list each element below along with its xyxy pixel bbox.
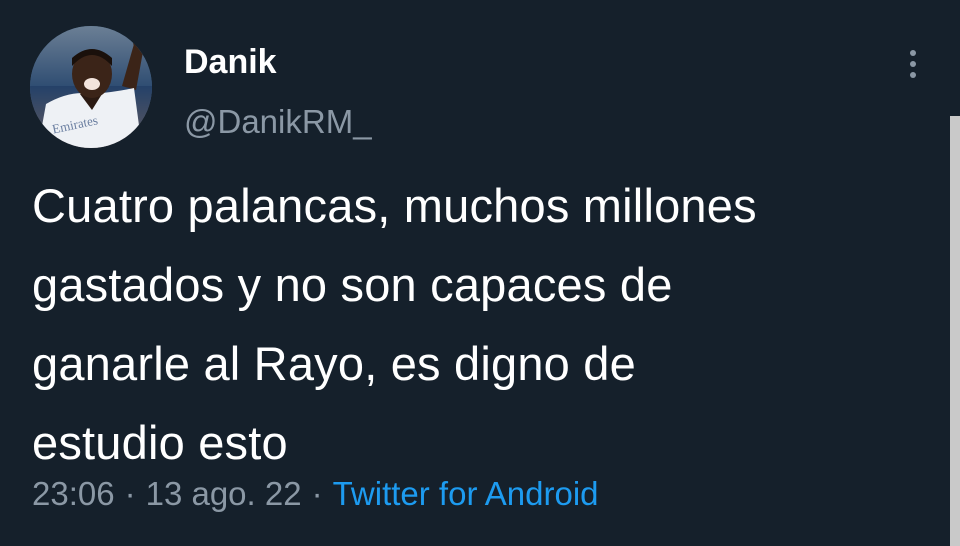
tweet-metadata: 23:06 · 13 ago. 22 · Twitter for Android <box>32 472 599 516</box>
tweet-time[interactable]: 23:06 <box>32 475 115 512</box>
dot <box>910 72 916 78</box>
tweet-card: Emirates Danik @DanikRM_ Cuatro palancas… <box>0 0 960 546</box>
tweet-text-line: gastados y no son capaces de <box>32 258 673 311</box>
dot <box>910 61 916 67</box>
tweet-source-link[interactable]: Twitter for Android <box>333 475 599 512</box>
tweet-text: Cuatro palancas, muchos millones gastado… <box>32 166 942 482</box>
separator: · <box>124 475 136 512</box>
avatar[interactable]: Emirates <box>30 26 152 148</box>
tweet-text-line: ganarle al Rayo, es digno de <box>32 337 636 390</box>
more-options-icon[interactable] <box>898 44 928 84</box>
tweet-text-line: Cuatro palancas, muchos millones <box>32 179 757 232</box>
author-display-name[interactable]: Danik <box>184 40 277 84</box>
avatar-photo: Emirates <box>30 26 152 148</box>
tweet-text-line: estudio esto <box>32 416 288 469</box>
dot <box>910 50 916 56</box>
separator: · <box>311 475 323 512</box>
author-handle[interactable]: @DanikRM_ <box>184 100 372 144</box>
tweet-date[interactable]: 13 ago. 22 <box>146 475 302 512</box>
scrollbar[interactable] <box>950 116 960 546</box>
